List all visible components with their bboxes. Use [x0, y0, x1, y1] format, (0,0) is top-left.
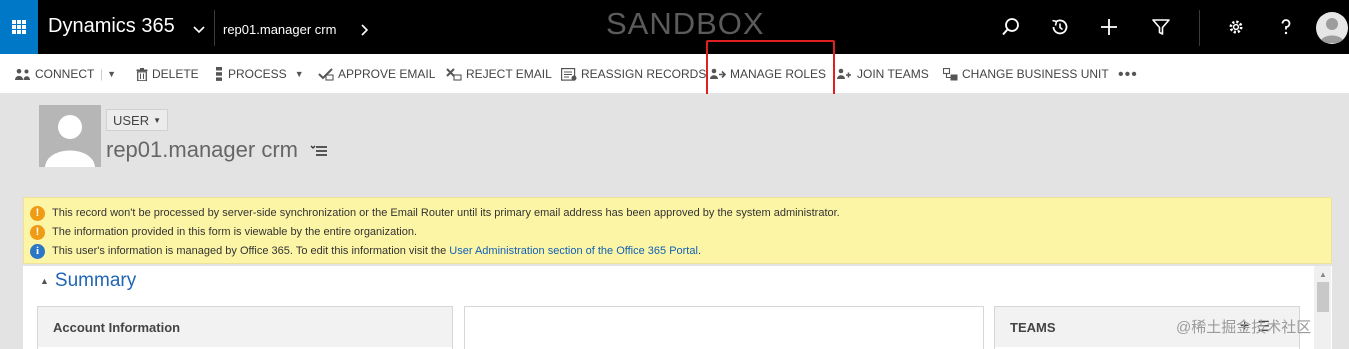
- help-button[interactable]: [1273, 14, 1299, 40]
- warning-icon: !: [30, 205, 45, 221]
- notification-text: This user's information is managed by Of…: [52, 245, 450, 257]
- connect-dropdown-button[interactable]: | ▼: [100, 65, 116, 83]
- notification-text: This record won't be processed by server…: [52, 207, 840, 219]
- user-silhouette-icon: [45, 115, 95, 167]
- recent-button[interactable]: [1047, 14, 1073, 40]
- notification-bar: ! This record won't be processed by serv…: [23, 197, 1332, 264]
- search-button[interactable]: [998, 14, 1024, 40]
- breadcrumb-record[interactable]: rep01.manager crm: [223, 22, 336, 37]
- gear-icon: [1229, 20, 1243, 34]
- account-information-panel: Account Information: [37, 306, 453, 349]
- notification-row: ! This record won't be processed by serv…: [30, 204, 840, 222]
- scrollbar-thumb[interactable]: [1317, 282, 1329, 312]
- user-avatar-icon: [1320, 18, 1344, 43]
- help-icon: [1281, 19, 1291, 35]
- app-launcher-icon: [12, 20, 26, 34]
- settings-button[interactable]: [1223, 14, 1249, 40]
- form-selector-icon[interactable]: [310, 143, 328, 159]
- trash-icon: [136, 67, 148, 81]
- caret-down-icon: ▼: [153, 115, 162, 125]
- delete-label: DELETE: [152, 67, 199, 81]
- notification-text: The information provided in this form is…: [52, 226, 418, 238]
- connect-button[interactable]: CONNECT: [15, 65, 94, 83]
- app-launcher-button[interactable]: [0, 0, 38, 54]
- crm-window: Dynamics 365 rep01.manager crm SANDBOX C…: [0, 0, 1349, 349]
- filter-icon: [1152, 19, 1170, 35]
- new-record-button[interactable]: [1096, 14, 1122, 40]
- watermark: @稀土掘金技术社区: [1176, 319, 1312, 336]
- manage-roles-icon: [710, 68, 726, 79]
- user-photo[interactable]: [39, 105, 101, 167]
- notification-row: ! The information provided in this form …: [30, 223, 417, 241]
- join-teams-label: JOIN TEAMS: [857, 67, 929, 81]
- top-nav-bar: Dynamics 365 rep01.manager crm SANDBOX: [0, 0, 1349, 54]
- change-business-unit-button[interactable]: CHANGE BUSINESS UNIT: [943, 65, 1109, 83]
- recent-icon: [1052, 19, 1068, 35]
- connect-icon: [15, 68, 30, 80]
- process-button[interactable]: PROCESS ▼: [214, 65, 304, 83]
- search-icon: [1002, 18, 1019, 36]
- collapse-triangle-icon: ▲: [40, 276, 49, 286]
- summary-section-title: Summary: [54, 270, 137, 291]
- delete-button[interactable]: DELETE: [136, 65, 199, 83]
- approve-email-button[interactable]: APPROVE EMAIL: [318, 65, 435, 83]
- connect-label: CONNECT: [35, 67, 95, 81]
- join-teams-button[interactable]: JOIN TEAMS: [837, 65, 929, 83]
- manage-roles-button[interactable]: MANAGE ROLES: [710, 65, 826, 83]
- environment-label: SANDBOX: [606, 6, 765, 41]
- advanced-find-button[interactable]: [1148, 14, 1174, 40]
- approve-email-icon: [318, 67, 334, 81]
- manage-roles-label: MANAGE ROLES: [730, 67, 827, 81]
- chevron-down-icon[interactable]: [193, 26, 205, 34]
- process-icon: [216, 67, 222, 81]
- reject-email-icon: [446, 67, 462, 81]
- caret-down-icon: ▼: [294, 69, 304, 79]
- warning-icon: !: [30, 224, 45, 240]
- app-title[interactable]: Dynamics 365: [48, 15, 175, 38]
- chevron-right-icon[interactable]: [361, 24, 369, 36]
- reject-email-button[interactable]: REJECT EMAIL: [446, 65, 552, 83]
- office365-portal-link[interactable]: User Administration section of the Offic…: [449, 245, 698, 257]
- scroll-up-arrow-icon[interactable]: ▲: [1319, 270, 1327, 279]
- entity-type-selector[interactable]: USER ▼: [106, 109, 169, 131]
- reassign-records-label: REASSIGN RECORDS: [581, 67, 707, 81]
- reassign-records-button[interactable]: REASSIGN RECORDS: [561, 65, 706, 83]
- business-unit-icon: [943, 67, 958, 80]
- notification-row: i This user's information is managed by …: [30, 242, 701, 260]
- reject-email-label: REJECT EMAIL: [466, 67, 552, 81]
- reassign-records-icon: [561, 67, 577, 81]
- command-bar: CONNECT | ▼ DELETE PROCESS ▼ APPROVE EMA…: [0, 54, 1349, 94]
- account-information-title: Account Information: [38, 307, 452, 347]
- divider: [214, 10, 215, 46]
- middle-panel: [464, 306, 984, 349]
- entity-type-label: USER: [113, 112, 150, 128]
- info-icon: i: [30, 243, 45, 259]
- notification-suffix: .: [697, 245, 701, 257]
- change-business-unit-label: CHANGE BUSINESS UNIT: [962, 67, 1109, 81]
- divider: [1199, 10, 1200, 46]
- summary-section-header[interactable]: ▲ Summary: [40, 270, 136, 292]
- more-commands-button[interactable]: •••: [1118, 66, 1138, 84]
- record-name: rep01.manager crm: [106, 137, 298, 162]
- process-label: PROCESS: [228, 67, 287, 81]
- approve-email-label: APPROVE EMAIL: [338, 67, 436, 81]
- user-avatar[interactable]: [1316, 12, 1348, 44]
- plus-icon: [1101, 19, 1117, 35]
- join-teams-icon: [837, 68, 851, 79]
- caret-down-icon: ▼: [107, 69, 117, 79]
